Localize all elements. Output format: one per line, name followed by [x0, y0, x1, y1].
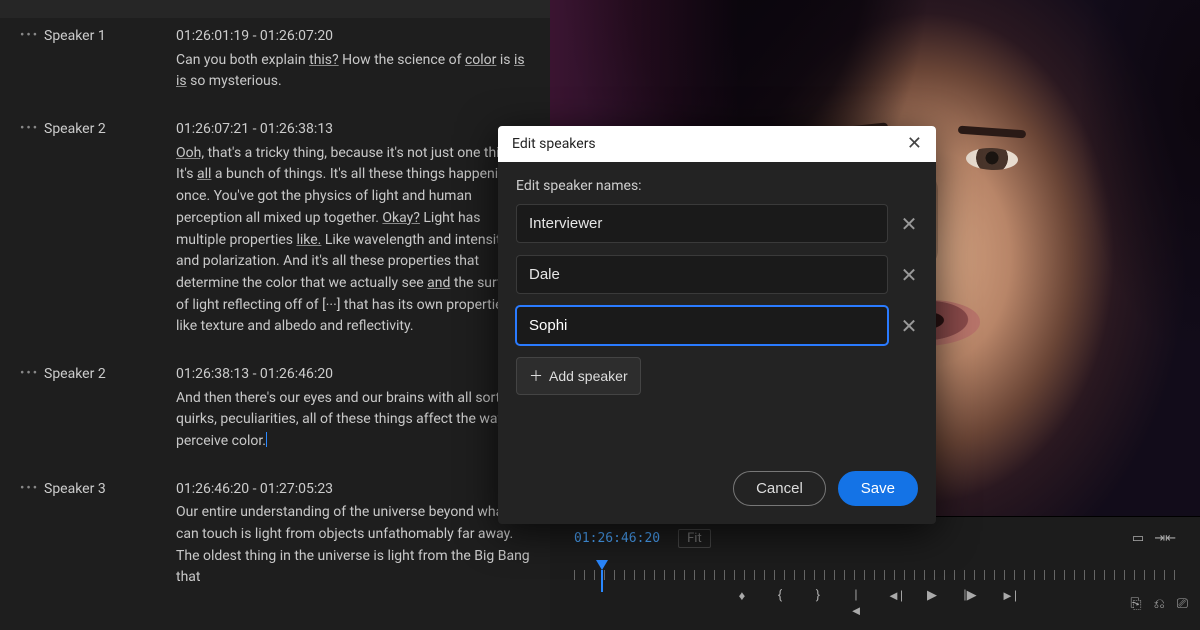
player-controls: 01:26:46:20 Fit ▭ ⇥⇤ ♦ { } |◄ ◄| ▶ |▶ ►|…: [550, 516, 1200, 630]
transcript-panel: •••Speaker 101:26:01:19 - 01:26:07:20Can…: [0, 0, 550, 630]
more-icon[interactable]: •••: [20, 26, 44, 93]
segment-timecode: 01:26:07:21 - 01:26:38:13: [176, 119, 534, 141]
plus-icon: ＋: [529, 366, 543, 386]
speaker-row: ✕: [516, 255, 918, 294]
segment-timecode: 01:26:38:13 - 01:26:46:20: [176, 364, 534, 386]
dialog-subtitle: Edit speaker names:: [516, 178, 918, 194]
timecode-display[interactable]: 01:26:46:20: [574, 531, 660, 546]
play-button[interactable]: ▶: [925, 588, 939, 619]
playhead[interactable]: [596, 560, 608, 570]
transcript-segment[interactable]: •••Speaker 301:26:46:20 - 01:27:05:23Our…: [20, 479, 534, 589]
add-speaker-label: Add speaker: [549, 368, 628, 384]
segment-text[interactable]: And then there's our eyes and our brains…: [176, 388, 534, 453]
transcript-list: •••Speaker 101:26:01:19 - 01:26:07:20Can…: [20, 26, 534, 589]
speaker-row: ✕: [516, 204, 918, 243]
time-ruler[interactable]: [574, 560, 1176, 582]
segment-speaker-label[interactable]: Speaker 3: [44, 479, 176, 589]
dialog-title: Edit speakers: [512, 136, 596, 152]
dialog-header: Edit speakers ✕: [498, 126, 936, 162]
go-to-out-button[interactable]: ►|: [1001, 588, 1015, 619]
more-icon[interactable]: •••: [20, 364, 44, 453]
remove-speaker-icon[interactable]: ✕: [900, 263, 918, 287]
export-frame-button[interactable]: ⎚: [1177, 596, 1188, 612]
segment-text[interactable]: Our entire understanding of the universe…: [176, 502, 534, 589]
mark-out-button[interactable]: }: [811, 588, 825, 619]
transport-bar: ♦ { } |◄ ◄| ▶ |▶ ►|: [574, 588, 1176, 619]
speaker-name-input[interactable]: [516, 306, 888, 345]
speaker-name-input[interactable]: [516, 255, 888, 294]
extract-button[interactable]: ⎌: [1154, 596, 1165, 612]
segment-speaker-label[interactable]: Speaker 1: [44, 26, 176, 93]
step-forward-button[interactable]: |▶: [963, 588, 977, 619]
step-back-button[interactable]: ◄|: [887, 588, 901, 619]
zoom-fit-dropdown[interactable]: Fit: [678, 529, 711, 548]
edit-speakers-dialog: Edit speakers ✕ Edit speaker names: ✕✕✕ …: [498, 126, 936, 524]
mark-in-button[interactable]: {: [773, 588, 787, 619]
close-icon[interactable]: ✕: [907, 135, 922, 153]
speaker-row: ✕: [516, 306, 918, 345]
panel-tab-strip: [0, 0, 550, 18]
segment-text[interactable]: Can you both explain this? How the scien…: [176, 50, 534, 93]
remove-speaker-icon[interactable]: ✕: [900, 314, 918, 338]
add-speaker-button[interactable]: ＋ Add speaker: [516, 357, 641, 395]
cancel-button[interactable]: Cancel: [733, 471, 826, 506]
transcript-segment[interactable]: •••Speaker 201:26:38:13 - 01:26:46:20And…: [20, 364, 534, 453]
remove-speaker-icon[interactable]: ✕: [900, 212, 918, 236]
transcript-segment[interactable]: •••Speaker 201:26:07:21 - 01:26:38:13Ooh…: [20, 119, 534, 338]
add-marker-button[interactable]: ♦: [735, 588, 749, 619]
save-button[interactable]: Save: [838, 471, 918, 506]
transcript-segment[interactable]: •••Speaker 101:26:01:19 - 01:26:07:20Can…: [20, 26, 534, 93]
speaker-name-input[interactable]: [516, 204, 888, 243]
segment-speaker-label[interactable]: Speaker 2: [44, 119, 176, 338]
segment-text[interactable]: Ooh, that's a tricky thing, because it's…: [176, 143, 534, 338]
go-to-in-button[interactable]: |◄: [849, 588, 863, 619]
more-icon[interactable]: •••: [20, 119, 44, 338]
ripple-icon[interactable]: ⇥⇤: [1154, 531, 1176, 546]
settings-icon[interactable]: ▭: [1132, 531, 1144, 546]
segment-timecode: 01:26:46:20 - 01:27:05:23: [176, 479, 534, 501]
more-icon[interactable]: •••: [20, 479, 44, 589]
segment-timecode: 01:26:01:19 - 01:26:07:20: [176, 26, 534, 48]
lift-button[interactable]: ⎘: [1130, 596, 1141, 612]
segment-speaker-label[interactable]: Speaker 2: [44, 364, 176, 453]
